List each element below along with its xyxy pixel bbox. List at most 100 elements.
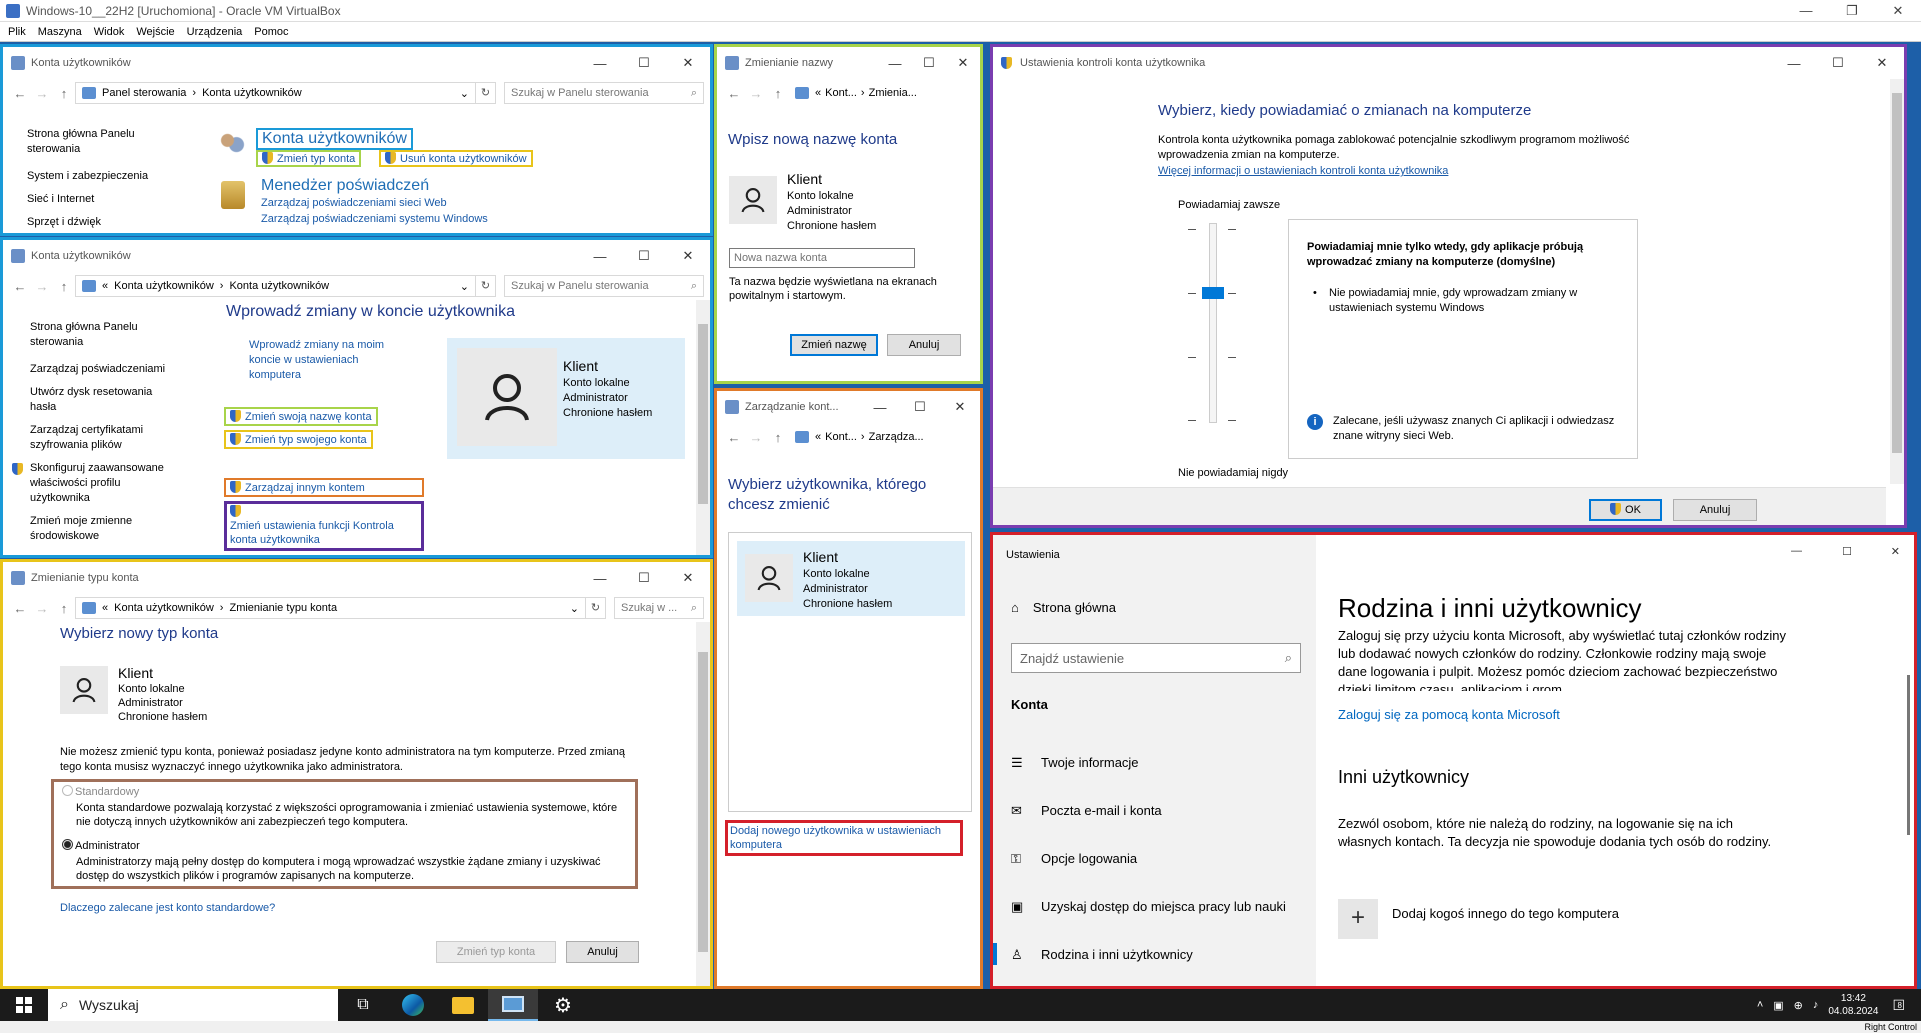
up-icon[interactable]: ↑	[53, 601, 75, 616]
address-bar[interactable]: « Kont... › Zarządza...	[789, 426, 974, 448]
left-link-env-vars[interactable]: Zmień moje zmienne środowiskowe	[30, 514, 180, 544]
breadcrumb-item[interactable]: Konta użytkowników	[114, 602, 214, 614]
nav-your-info[interactable]: ☰ Twoje informacje	[1011, 755, 1139, 771]
chevron-down-icon[interactable]: ⌄	[460, 280, 469, 293]
menu-pomoc[interactable]: Pomoc	[254, 26, 288, 38]
breadcrumb-item[interactable]: Zmienianie typu konta	[229, 602, 337, 614]
link-manage-other[interactable]: Zarządzaj innym kontem	[224, 478, 424, 497]
edge-icon[interactable]	[388, 994, 438, 1016]
control-panel-taskbar-icon[interactable]	[488, 989, 538, 1021]
up-icon[interactable]: ↑	[53, 86, 75, 101]
nav-sign-in[interactable]: ⚿ Opcje logowania	[1011, 851, 1137, 867]
nav-email[interactable]: ✉ Poczta e-mail i konta	[1011, 803, 1162, 819]
volume-icon[interactable]: ♪	[1813, 999, 1819, 1011]
maximize-icon[interactable]: ☐	[622, 248, 666, 264]
close-icon[interactable]: ✕	[666, 248, 710, 264]
breadcrumb-item[interactable]: Zmienia...	[869, 87, 917, 99]
ok-button[interactable]: OK	[1589, 499, 1662, 521]
scrollbar-thumb[interactable]	[1892, 93, 1902, 453]
nav-family[interactable]: ♙ Rodzina i inni użytkownicy	[993, 943, 1193, 965]
scrollbar[interactable]	[1907, 675, 1910, 835]
search-input[interactable]: Szukaj w Panelu sterowania ⌕	[504, 275, 704, 297]
link-change-account-type[interactable]: Zmień typ swojego konta	[224, 430, 373, 449]
minimize-icon[interactable]: —	[860, 400, 900, 415]
scrollbar[interactable]	[696, 300, 710, 555]
link-windows-credentials[interactable]: Zarządzaj poświadczeniami systemu Window…	[261, 213, 488, 225]
user-tile[interactable]: Klient Konto lokalne Administrator Chron…	[737, 541, 965, 616]
add-other-user-button[interactable]: + Dodaj kogoś innego do tego komputera	[1338, 899, 1619, 939]
breadcrumb-overflow[interactable]: «	[102, 280, 108, 292]
back-icon[interactable]: ←	[9, 86, 31, 101]
left-link-certificates[interactable]: Zarządzaj certyfikatami szyfrowania plik…	[30, 423, 180, 453]
left-link-home[interactable]: Strona główna Panelu sterowania	[30, 320, 180, 350]
forward-icon[interactable]: →	[31, 279, 53, 294]
close-icon[interactable]: ✕	[946, 55, 980, 71]
refresh-icon[interactable]: ↻	[476, 82, 496, 104]
task-view-icon[interactable]: ⧉	[338, 996, 388, 1014]
up-icon[interactable]: ↑	[767, 430, 789, 445]
heading-credential-manager[interactable]: Menedżer poświadczeń	[261, 177, 429, 195]
scrollbar-thumb[interactable]	[698, 652, 708, 952]
link-change-type[interactable]: Zmień typ konta	[256, 150, 362, 167]
settings-gear-icon[interactable]: ⚙	[538, 993, 588, 1018]
scrollbar-thumb[interactable]	[698, 324, 708, 504]
chevron-down-icon[interactable]: ⌄	[570, 602, 579, 615]
tray-chevron-icon[interactable]: ˄	[1757, 999, 1763, 1011]
minimize-icon[interactable]: —	[578, 249, 622, 264]
clock[interactable]: 13:42 04.08.2024	[1828, 992, 1878, 1018]
left-link-network[interactable]: Sieć i Internet	[27, 192, 167, 207]
cancel-button[interactable]: Anuluj	[566, 941, 639, 963]
forward-icon[interactable]: →	[31, 86, 53, 101]
breadcrumb-item[interactable]: Panel sterowania	[102, 87, 186, 99]
breadcrumb-overflow[interactable]: «	[815, 431, 821, 443]
minimize-icon[interactable]: —	[1772, 56, 1816, 71]
forward-icon[interactable]: →	[745, 86, 767, 101]
address-bar[interactable]: Panel sterowania › Konta użytkowników ⌄	[75, 82, 476, 104]
network-icon[interactable]: ⊕	[1794, 999, 1803, 1012]
forward-icon[interactable]: →	[745, 430, 767, 445]
uac-slider[interactable]	[1188, 223, 1238, 423]
radio-administrator[interactable]: Administrator	[62, 839, 140, 852]
left-link-credentials[interactable]: Zarządzaj poświadczeniami	[30, 362, 180, 377]
maximize-icon[interactable]: ☐	[622, 55, 666, 71]
close-icon[interactable]: ✕	[1875, 3, 1921, 19]
address-bar[interactable]: « Kont... › Zmienia...	[789, 82, 974, 104]
nav-home[interactable]: ⌂ Strona główna	[1011, 600, 1116, 615]
breadcrumb-item[interactable]: Kont...	[825, 431, 857, 443]
link-ms-account[interactable]: Zaloguj się za pomocą konta Microsoft	[1338, 707, 1560, 722]
menu-plik[interactable]: Plik	[8, 26, 26, 38]
tray-device-icon[interactable]: ▣	[1773, 999, 1783, 1012]
breadcrumb-item[interactable]: Zarządza...	[869, 431, 924, 443]
file-explorer-icon[interactable]	[438, 996, 488, 1014]
close-icon[interactable]: ✕	[666, 55, 710, 71]
nav-work[interactable]: ▣ Uzyskaj dostęp do miejsca pracy lub nau…	[1011, 899, 1286, 915]
cancel-button[interactable]: Anuluj	[1673, 499, 1757, 521]
breadcrumb-item[interactable]: Konta użytkowników	[202, 87, 302, 99]
back-icon[interactable]: ←	[9, 601, 31, 616]
up-icon[interactable]: ↑	[53, 279, 75, 294]
close-icon[interactable]: ✕	[940, 399, 980, 415]
link-uac-settings[interactable]: Zmień ustawienia funkcji Kontrola konta …	[224, 501, 424, 551]
maximize-icon[interactable]: ☐	[912, 55, 946, 71]
close-icon[interactable]: ✕	[666, 570, 710, 586]
cancel-button[interactable]: Anuluj	[887, 334, 961, 356]
new-name-input[interactable]	[729, 248, 915, 268]
menu-maszyna[interactable]: Maszyna	[38, 26, 82, 38]
address-bar[interactable]: « Konta użytkowników › Zmienianie typu k…	[75, 597, 586, 619]
left-link-hardware[interactable]: Sprzęt i dźwięk	[27, 215, 167, 230]
link-remove-accounts[interactable]: Usuń konta użytkowników	[379, 150, 533, 167]
link-rename-account[interactable]: Zmień swoją nazwę konta	[224, 407, 378, 426]
maximize-icon[interactable]: ☐	[1816, 55, 1860, 71]
scrollbar[interactable]	[696, 622, 710, 986]
search-input[interactable]: Szukaj w ... ⌕	[614, 597, 704, 619]
breadcrumb-item[interactable]: Kont...	[825, 87, 857, 99]
scrollbar[interactable]	[1890, 79, 1904, 484]
restore-icon[interactable]: ❐	[1829, 3, 1875, 19]
refresh-icon[interactable]: ↻	[476, 275, 496, 297]
minimize-icon[interactable]: —	[578, 571, 622, 586]
minimize-icon[interactable]: —	[1783, 3, 1829, 18]
link-web-credentials[interactable]: Zarządzaj poświadczeniami sieci Web	[261, 197, 447, 209]
link-pc-settings[interactable]: Wprowadź zmiany na moim koncie w ustawie…	[249, 338, 399, 383]
left-link-reset-disk[interactable]: Utwórz dysk resetowania hasła	[30, 385, 180, 415]
maximize-icon[interactable]: ☐	[1842, 545, 1852, 558]
